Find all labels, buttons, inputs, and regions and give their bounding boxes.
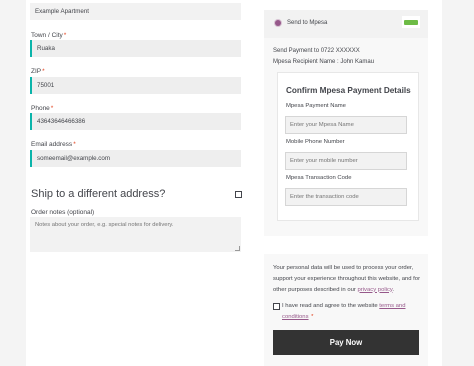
confirm-payment-title: Confirm Mpesa Payment Details xyxy=(286,86,411,95)
mobile-phone-label: Mobile Phone Number xyxy=(286,139,345,145)
transaction-code-input[interactable] xyxy=(285,188,407,206)
resize-handle-icon[interactable] xyxy=(235,246,240,251)
email-label: Email address* xyxy=(31,141,76,148)
ship-different-address-checkbox[interactable] xyxy=(235,191,242,198)
recipient-name: Mpesa Recipient Name : John Kamau xyxy=(273,59,375,65)
zip-label: ZIP* xyxy=(31,68,45,75)
payment-method-radio[interactable] xyxy=(275,20,281,26)
privacy-notice: Your personal data will be used to proce… xyxy=(273,265,421,293)
privacy-policy-link[interactable]: privacy policy xyxy=(358,287,393,293)
order-notes-label: Order notes (optional) xyxy=(31,209,95,216)
town-label: Town / City* xyxy=(31,32,67,39)
email-input[interactable] xyxy=(30,150,241,167)
mpesa-logo-icon xyxy=(402,16,420,28)
terms-label: I have read and agree to the website ter… xyxy=(282,303,406,320)
mpesa-name-label: Mpesa Payment Name xyxy=(286,103,346,109)
town-city-input[interactable] xyxy=(30,40,241,57)
mpesa-name-input[interactable] xyxy=(285,116,407,134)
mobile-phone-input[interactable] xyxy=(285,152,407,170)
send-payment-instruction: Send Payment to 0722 XXXXXX xyxy=(273,48,360,54)
transaction-code-label: Mpesa Transaction Code xyxy=(286,175,352,181)
order-notes-textarea[interactable] xyxy=(30,217,241,252)
pay-now-button[interactable]: Pay Now xyxy=(273,330,419,355)
zip-input[interactable] xyxy=(30,77,241,94)
phone-input[interactable] xyxy=(30,113,241,130)
terms-checkbox[interactable] xyxy=(273,303,280,310)
apartment-input[interactable] xyxy=(30,3,241,20)
ship-different-address-heading: Ship to a different address? xyxy=(31,188,166,200)
phone-label: Phone* xyxy=(31,105,54,112)
payment-method-label: Send to Mpesa xyxy=(287,19,328,26)
